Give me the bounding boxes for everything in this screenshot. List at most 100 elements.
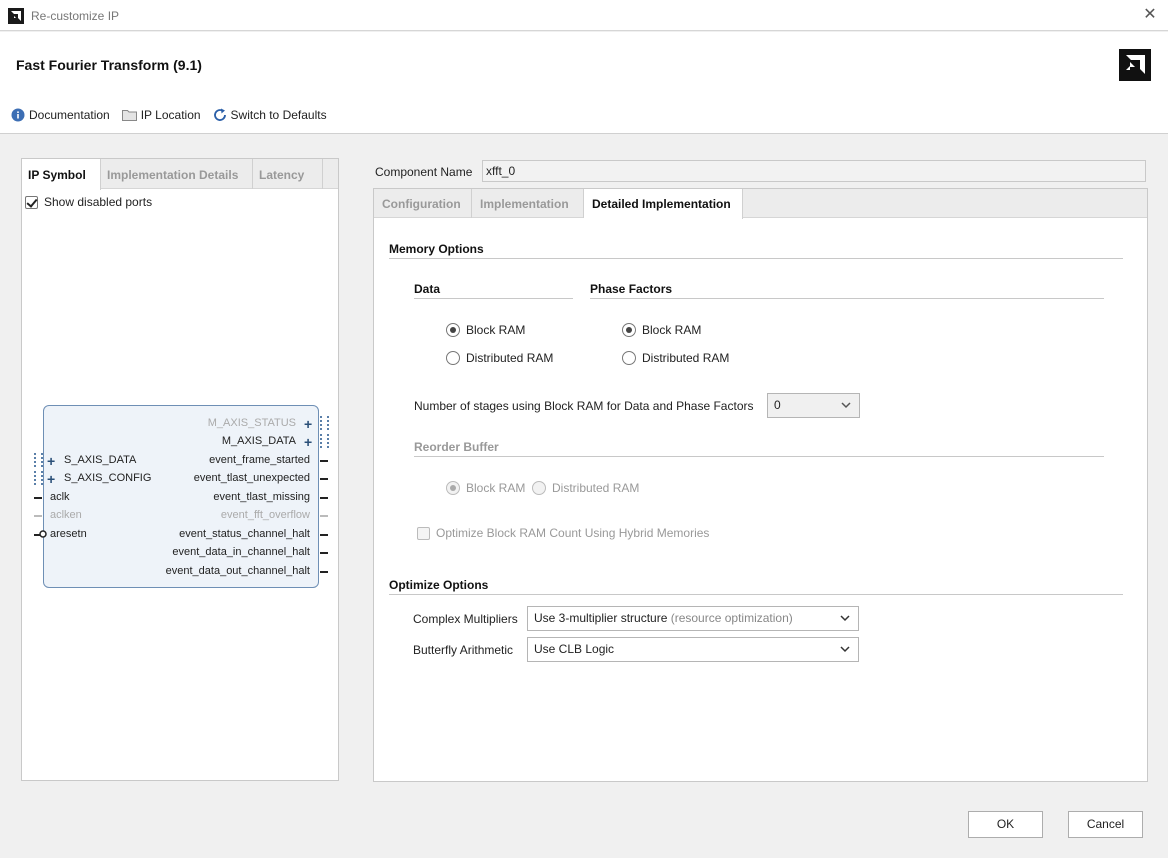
ip-location-button[interactable]: IP Location <box>121 108 201 122</box>
ok-button[interactable]: OK <box>968 811 1043 838</box>
stages-value: 0 <box>774 398 781 412</box>
tab-detailed-implementation[interactable]: Detailed Implementation <box>584 189 743 219</box>
data-distributed-ram-radio-row[interactable]: Distributed RAM <box>446 351 553 365</box>
hybrid-memories-checkbox[interactable] <box>417 526 430 540</box>
ip-symbol-block: M_AXIS_STATUS + M_AXIS_DATA + event_fram… <box>34 405 329 588</box>
hybrid-memories-label: Optimize Block RAM Count Using Hybrid Me… <box>436 526 710 540</box>
complex-multipliers-hint: (resource optimization) <box>670 611 793 625</box>
reorder-block-ram-radio[interactable] <box>446 481 460 495</box>
bus-interface-icon <box>34 471 43 485</box>
memory-options-title: Memory Options <box>389 242 484 256</box>
switch-to-defaults-label: Switch to Defaults <box>230 108 327 122</box>
tab-latency[interactable]: Latency <box>253 159 323 189</box>
tab-configuration[interactable]: Configuration <box>374 189 472 218</box>
expand-plus-icon[interactable]: + <box>47 472 55 486</box>
divider <box>414 456 1104 457</box>
tab-ip-symbol[interactable]: IP Symbol <box>22 159 101 190</box>
active-low-bubble-icon <box>39 530 47 538</box>
app-logo-icon <box>8 8 24 24</box>
port-event-data-out-channel-halt: event_data_out_channel_halt <box>165 565 310 577</box>
bus-interface-icon <box>320 416 329 430</box>
tab-implementation-details[interactable]: Implementation Details <box>101 159 253 189</box>
butterfly-arithmetic-select[interactable]: Use CLB Logic <box>527 637 859 662</box>
data-distributed-ram-radio[interactable] <box>446 351 460 365</box>
divider <box>389 258 1123 259</box>
port-event-tlast-missing: event_tlast_missing <box>213 491 310 503</box>
port-s-axis-config: S_AXIS_CONFIG <box>64 472 152 484</box>
info-icon <box>11 108 25 122</box>
ip-title: Fast Fourier Transform (9.1) <box>16 57 202 73</box>
port-pin <box>320 534 328 536</box>
port-pin <box>320 478 328 480</box>
documentation-button[interactable]: Documentation <box>11 108 110 122</box>
complex-multipliers-value: Use 3-multiplier structure <box>534 611 668 625</box>
expand-plus-icon[interactable]: + <box>47 454 55 468</box>
port-aclk: aclk <box>50 491 70 503</box>
phase-factors-title: Phase Factors <box>590 282 673 296</box>
data-block-ram-radio-row[interactable]: Block RAM <box>446 323 525 337</box>
port-event-frame-started: event_frame_started <box>209 454 310 466</box>
stages-select[interactable]: 0 <box>767 393 860 418</box>
butterfly-arithmetic-label: Butterfly Arithmetic <box>413 643 514 657</box>
port-pin <box>34 515 42 517</box>
expand-plus-icon[interactable]: + <box>304 435 312 449</box>
configuration-panel: Configuration Implementation Detailed Im… <box>373 188 1148 782</box>
divider <box>389 594 1123 595</box>
chevron-down-icon <box>841 402 851 409</box>
component-name-field[interactable]: xfft_0 <box>482 160 1146 182</box>
reorder-buffer-title: Reorder Buffer <box>414 440 499 454</box>
data-title: Data <box>414 282 441 296</box>
chevron-down-icon <box>840 646 850 653</box>
refresh-icon <box>213 108 226 121</box>
divider <box>414 298 573 299</box>
component-name-label: Component Name <box>375 165 473 179</box>
reorder-distributed-ram-label: Distributed RAM <box>552 481 640 495</box>
port-event-status-channel-halt: event_status_channel_halt <box>179 528 310 540</box>
ip-symbol-panel: IP Symbol Implementation Details Latency… <box>21 158 339 781</box>
data-block-ram-radio[interactable] <box>446 323 460 337</box>
title-bar: Re-customize IP ✕ <box>0 0 1168 31</box>
butterfly-arithmetic-value: Use CLB Logic <box>534 642 615 656</box>
reorder-block-ram-radio-row[interactable]: Block RAM <box>446 481 525 495</box>
documentation-label: Documentation <box>29 108 110 122</box>
bus-interface-icon <box>34 453 43 467</box>
reorder-block-ram-label: Block RAM <box>466 481 526 495</box>
port-aclken: aclken <box>50 509 82 521</box>
complex-multipliers-select[interactable]: Use 3-multiplier structure (resource opt… <box>527 606 859 631</box>
ip-location-label: IP Location <box>140 108 201 122</box>
hybrid-memories-row[interactable]: Optimize Block RAM Count Using Hybrid Me… <box>417 526 709 540</box>
port-event-data-in-channel-halt: event_data_in_channel_halt <box>172 546 310 558</box>
phase-block-ram-radio-row[interactable]: Block RAM <box>622 323 701 337</box>
chevron-down-icon <box>840 615 850 622</box>
show-disabled-ports-checkbox[interactable] <box>25 195 38 209</box>
cancel-button[interactable]: Cancel <box>1068 811 1143 838</box>
reorder-distributed-ram-radio[interactable] <box>532 481 546 495</box>
show-disabled-ports-row[interactable]: Show disabled ports <box>25 195 152 209</box>
phase-distributed-ram-radio-row[interactable]: Distributed RAM <box>622 351 729 365</box>
window-title: Re-customize IP <box>31 9 120 23</box>
switch-to-defaults-button[interactable]: Switch to Defaults <box>213 108 327 122</box>
folder-icon <box>121 110 137 121</box>
right-tab-bar: Configuration Implementation Detailed Im… <box>374 189 1147 219</box>
port-pin <box>320 552 328 554</box>
port-pin <box>320 460 328 462</box>
bus-interface-icon <box>320 434 329 448</box>
port-pin <box>34 497 42 499</box>
port-m-axis-data: M_AXIS_DATA <box>221 435 296 447</box>
port-event-tlast-unexpected: event_tlast_unexpected <box>193 472 310 484</box>
port-pin <box>320 571 328 573</box>
port-pin <box>320 515 328 517</box>
expand-plus-icon[interactable]: + <box>304 417 312 431</box>
left-tab-bar: IP Symbol Implementation Details Latency <box>22 159 338 190</box>
divider <box>590 298 1104 299</box>
close-icon[interactable]: ✕ <box>1142 6 1158 24</box>
show-disabled-ports-label: Show disabled ports <box>44 195 153 209</box>
complex-multipliers-label: Complex Multipliers <box>413 612 518 626</box>
phase-block-ram-radio[interactable] <box>622 323 636 337</box>
data-distributed-ram-label: Distributed RAM <box>466 351 554 365</box>
data-block-ram-label: Block RAM <box>466 323 526 337</box>
phase-distributed-ram-radio[interactable] <box>622 351 636 365</box>
port-pin <box>320 497 328 499</box>
tab-implementation[interactable]: Implementation <box>472 189 584 218</box>
reorder-distributed-ram-radio-row[interactable]: Distributed RAM <box>532 481 639 495</box>
